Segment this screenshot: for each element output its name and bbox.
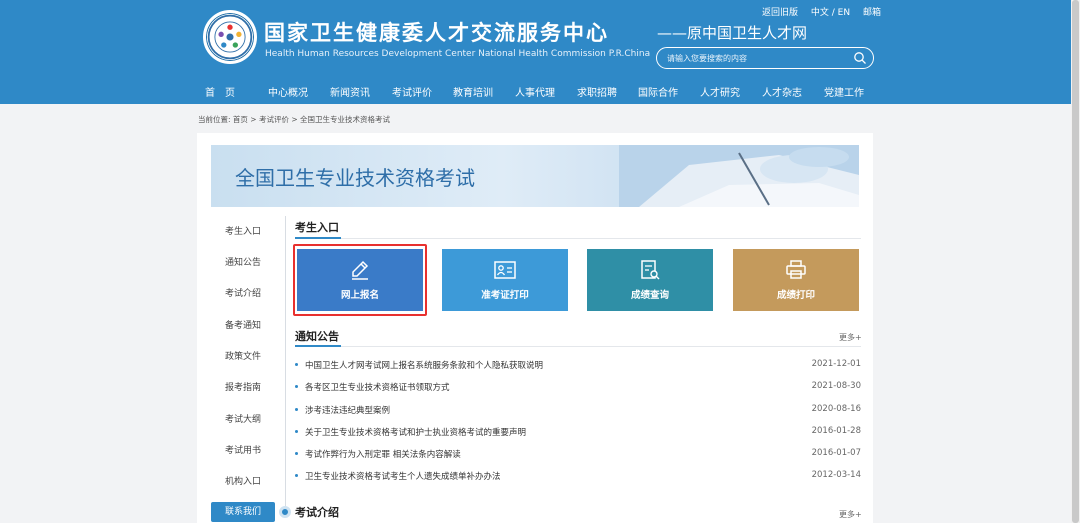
search-input[interactable] (667, 51, 847, 65)
score-query-button[interactable]: 成绩查询 (587, 249, 713, 311)
nav-training[interactable]: 教育培训 (453, 84, 493, 99)
list-item[interactable]: 各考区卫生专业技术资格证书领取方式 2021-08-30 (295, 381, 861, 395)
sidebar-item-contact[interactable]: 联系我们 (211, 502, 275, 522)
notice-date: 2021-12-01 (811, 359, 861, 369)
score-print-button[interactable]: 成绩打印 (733, 249, 859, 311)
site-header: 国家卫生健康委人才交流服务中心 Health Human Resources D… (0, 0, 1080, 104)
page-scrollbar[interactable] (1071, 0, 1080, 523)
notice-title[interactable]: 涉考违法违纪典型案例 (305, 404, 390, 416)
nav-magazine[interactable]: 人才杂志 (762, 84, 802, 99)
notice-title[interactable]: 各考区卫生专业技术资格证书领取方式 (305, 381, 450, 393)
notices-more-link[interactable]: 更多+ (839, 332, 862, 343)
nav-party[interactable]: 党建工作 (824, 84, 864, 99)
id-card-icon (494, 261, 516, 279)
nav-about[interactable]: 中心概况 (268, 84, 308, 99)
printer-icon (786, 260, 806, 279)
mail-link[interactable]: 邮箱 (863, 8, 881, 18)
nav-home[interactable]: 首 页 (205, 84, 235, 99)
sidebar-item-books[interactable]: 考试用书 (211, 443, 275, 456)
site-title: 国家卫生健康委人才交流服务中心 (264, 21, 609, 45)
sidebar-timeline (285, 216, 286, 516)
entry-section-underline (295, 237, 341, 239)
notices-section-title: 通知公告 (295, 330, 339, 343)
list-item[interactable]: 考试作弊行为入刑定罪 相关法条内容解读 2016-01-07 (295, 448, 861, 462)
notice-date: 2021-08-30 (811, 381, 861, 391)
sidebar-item-agency[interactable]: 机构入口 (211, 474, 275, 487)
nav-news[interactable]: 新闻资讯 (330, 84, 370, 99)
notice-title[interactable]: 中国卫生人才网考试网上报名系统服务条款和个人隐私获取说明 (305, 359, 543, 371)
bullet-dot (295, 385, 298, 388)
list-item[interactable]: 卫生专业技术资格考试考生个人遗失成绩单补办办法 2012-03-14 (295, 470, 861, 484)
bullet-dot (295, 363, 298, 366)
score-search-icon (641, 260, 660, 280)
bullet-dot (295, 452, 298, 455)
bullet-dot (295, 430, 298, 433)
notice-date: 2020-08-16 (811, 404, 861, 414)
register-highlight-frame (293, 244, 427, 316)
intro-section-title: 考试介绍 (295, 506, 339, 519)
sidebar-active-dot (279, 506, 291, 518)
scrollbar-thumb[interactable] (1072, 0, 1079, 523)
entry-section-rule (295, 238, 861, 239)
score-query-label: 成绩查询 (630, 290, 669, 301)
language-link[interactable]: 中文 / EN (811, 8, 850, 18)
notice-title[interactable]: 卫生专业技术资格考试考生个人遗失成绩单补办办法 (305, 470, 501, 482)
list-item[interactable]: 涉考违法违纪典型案例 2020-08-16 (295, 404, 861, 418)
sidebar-item-guide[interactable]: 报考指南 (211, 380, 275, 393)
notice-title[interactable]: 关于卫生专业技术资格考试和护士执业资格考试的重要声明 (305, 426, 526, 438)
sidebar-item-notices[interactable]: 通知公告 (211, 255, 275, 268)
old-version-link[interactable]: 返回旧版 (762, 8, 798, 18)
top-links: 返回旧版 中文 / EN 邮箱 (762, 5, 891, 18)
notice-date: 2012-03-14 (811, 470, 861, 480)
nav-personnel[interactable]: 人事代理 (515, 84, 555, 99)
entry-section-title: 考生入口 (295, 221, 339, 234)
banner-illustration (619, 145, 859, 207)
banner-title: 全国卫生专业技术资格考试 (235, 166, 475, 190)
nav-international[interactable]: 国际合作 (638, 84, 678, 99)
nav-research[interactable]: 人才研究 (700, 84, 740, 99)
main-card: 全国卫生专业技术资格考试 考生入口 通知公告 考试介绍 备考通知 政策文件 报考… (197, 133, 873, 523)
search-box (656, 47, 874, 69)
sidebar-item-entry[interactable]: 考生入口 (211, 224, 275, 237)
sidebar-item-prep[interactable]: 备考通知 (211, 318, 275, 331)
score-print-label: 成绩打印 (776, 290, 815, 301)
sidebar-item-syllabus[interactable]: 考试大纲 (211, 412, 275, 425)
breadcrumb: 当前位置: 首页 > 考试评价 > 全国卫生专业技术资格考试 (198, 115, 391, 124)
site-subtitle: Health Human Resources Development Cente… (265, 49, 651, 59)
nav-jobs[interactable]: 求职招聘 (577, 84, 617, 99)
bullet-dot (295, 474, 298, 477)
site-logo[interactable] (203, 10, 257, 64)
intro-more-link[interactable]: 更多+ (839, 509, 862, 520)
nav-exam[interactable]: 考试评价 (392, 84, 432, 99)
bullet-dot (295, 408, 298, 411)
notice-date: 2016-01-28 (811, 426, 861, 436)
page-banner: 全国卫生专业技术资格考试 (211, 145, 859, 207)
list-item[interactable]: 关于卫生专业技术资格考试和护士执业资格考试的重要声明 2016-01-28 (295, 426, 861, 440)
sidebar-item-intro[interactable]: 考试介绍 (211, 286, 275, 299)
notice-date: 2016-01-07 (811, 448, 861, 458)
notices-section-underline (295, 345, 341, 347)
list-item[interactable]: 中国卫生人才网考试网上报名系统服务条款和个人隐私获取说明 2021-12-01 (295, 359, 861, 373)
search-icon[interactable] (853, 51, 867, 65)
notice-title[interactable]: 考试作弊行为入刑定罪 相关法条内容解读 (305, 448, 461, 460)
sidebar-item-policy[interactable]: 政策文件 (211, 349, 275, 362)
admission-ticket-print-button[interactable]: 准考证打印 (442, 249, 568, 311)
admission-ticket-print-label: 准考证打印 (481, 290, 529, 301)
site-former-name: ——原中国卫生人才网 (657, 24, 808, 42)
notices-section-rule (295, 346, 861, 347)
